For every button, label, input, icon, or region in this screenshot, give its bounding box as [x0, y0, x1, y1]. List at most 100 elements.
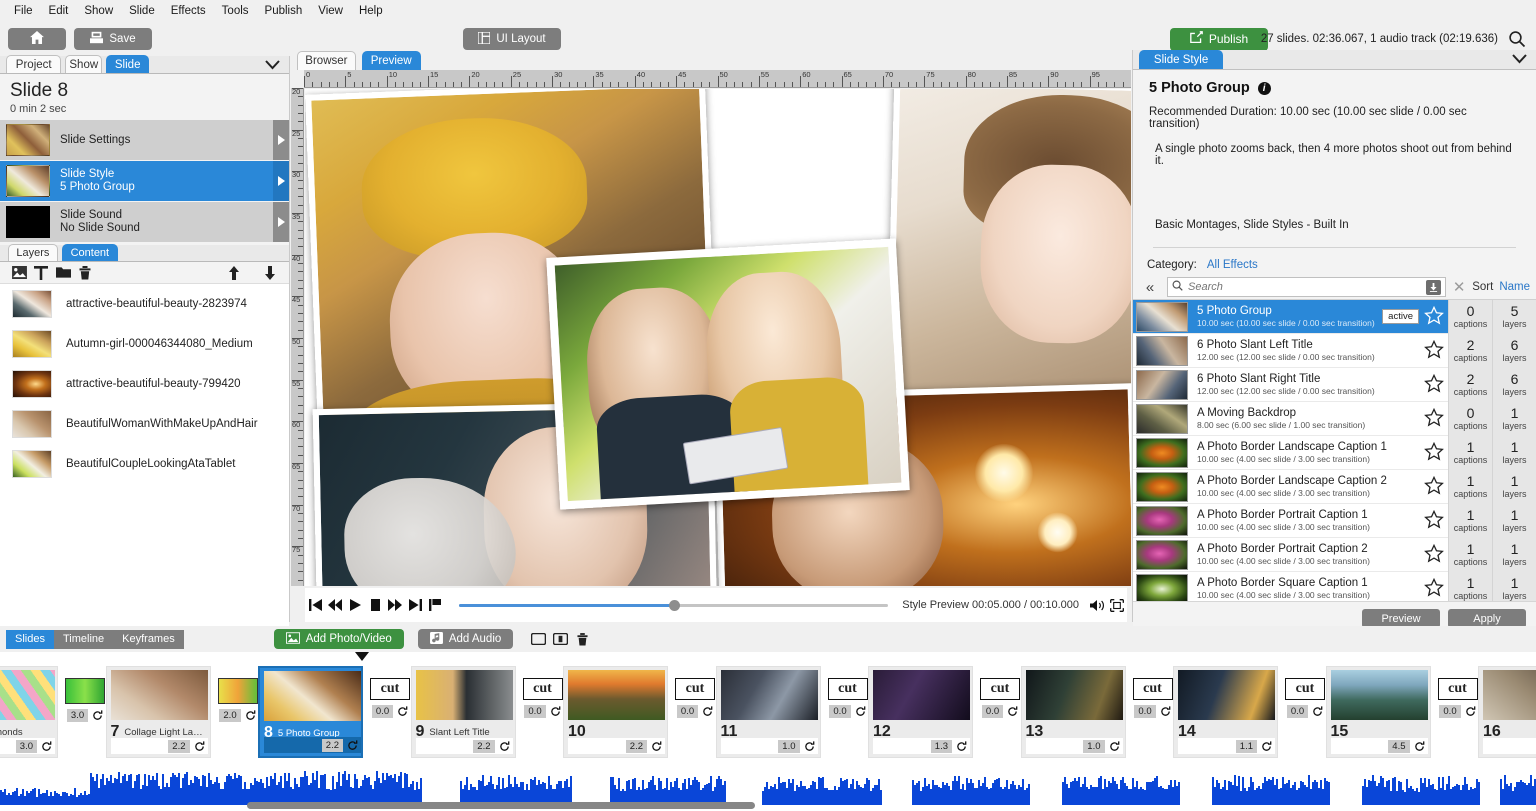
loop-icon[interactable]: [651, 741, 662, 752]
tab-project[interactable]: Project: [6, 55, 61, 73]
transition-duration-value[interactable]: 0.0: [372, 705, 393, 718]
transition-box[interactable]: cut: [980, 678, 1020, 700]
tab-show[interactable]: Show: [65, 55, 102, 73]
loop-icon[interactable]: [1160, 706, 1171, 717]
canvas-photo-5[interactable]: [546, 238, 910, 509]
add-folder-icon[interactable]: [52, 264, 74, 282]
transition-type-label[interactable]: cut: [675, 678, 715, 700]
transition-duration-value[interactable]: 0.0: [524, 705, 545, 718]
waveform-segment[interactable]: [0, 765, 422, 805]
slide-duration-value[interactable]: 1.3: [931, 740, 952, 753]
skip-start-icon[interactable]: [305, 595, 325, 615]
slide-duration-value[interactable]: 4.5: [1388, 740, 1409, 753]
menu-item-edit[interactable]: Edit: [41, 3, 77, 19]
transition-cell[interactable]: cut 0.0: [1126, 678, 1180, 746]
slide-duration-bar[interactable]: 1.3: [873, 738, 970, 754]
transition-duration-value[interactable]: 0.0: [677, 705, 698, 718]
move-up-icon[interactable]: [223, 264, 245, 282]
add-text-icon[interactable]: [30, 264, 52, 282]
transition-box[interactable]: cut: [828, 678, 868, 700]
transition-type-label[interactable]: cut: [370, 678, 410, 700]
transition-box[interactable]: cut: [370, 678, 410, 700]
slide-card[interactable]: 15 4.5: [1326, 666, 1431, 758]
slide-duration-bar[interactable]: [1483, 738, 1536, 754]
property-row-slide style[interactable]: Slide Style 5 Photo Group: [0, 161, 289, 201]
add-audio-button[interactable]: Add Audio: [418, 629, 513, 649]
favorite-star-icon[interactable]: [1424, 544, 1446, 566]
list-item[interactable]: BeautifulCoupleLookingAtaTablet: [0, 444, 289, 484]
effect-row[interactable]: A Photo Border Portrait Caption 1 10.00 …: [1133, 504, 1536, 538]
loop-icon[interactable]: [41, 741, 52, 752]
effect-row[interactable]: A Photo Border Landscape Caption 2 10.00…: [1133, 470, 1536, 504]
property-expand-arrow[interactable]: [273, 202, 289, 242]
skip-end-icon[interactable]: [405, 595, 425, 615]
view-tab-keyframes[interactable]: Keyframes: [113, 630, 184, 649]
menu-item-help[interactable]: Help: [351, 3, 391, 19]
loop-icon[interactable]: [245, 710, 256, 721]
waveform-segment[interactable]: [912, 765, 1030, 805]
slide-duration-bar[interactable]: 1.0: [721, 738, 818, 754]
loop-icon[interactable]: [347, 740, 358, 751]
loop-icon[interactable]: [194, 741, 205, 752]
transition-cell[interactable]: 3.0: [58, 678, 112, 746]
add-photo-video-button[interactable]: Add Photo/Video: [274, 629, 404, 649]
loop-icon[interactable]: [855, 706, 866, 717]
loop-icon[interactable]: [1261, 741, 1272, 752]
effect-row[interactable]: A Photo Border Square Caption 1 10.00 se…: [1133, 572, 1536, 601]
transition-type-label[interactable]: cut: [1285, 678, 1325, 700]
audio-waveform-track[interactable]: [0, 764, 1536, 811]
tab-preview[interactable]: Preview: [362, 51, 421, 70]
play-icon[interactable]: [345, 595, 365, 615]
transition-cell[interactable]: cut 0.0: [973, 678, 1027, 746]
slide-card[interactable]: 10 2.2: [563, 666, 668, 758]
collapse-right-panel-icon[interactable]: [1511, 51, 1528, 69]
search-input[interactable]: [1188, 281, 1421, 293]
favorite-star-icon[interactable]: [1424, 374, 1446, 396]
transition-cell[interactable]: cut 0.0: [668, 678, 722, 746]
loop-icon[interactable]: [397, 706, 408, 717]
transition-box[interactable]: cut: [1133, 678, 1173, 700]
loop-icon[interactable]: [499, 741, 510, 752]
slide-card[interactable]: 14 1.1: [1173, 666, 1278, 758]
menu-item-effects[interactable]: Effects: [163, 3, 214, 19]
waveform-segment[interactable]: [460, 765, 572, 805]
tab-browser[interactable]: Browser: [297, 51, 356, 70]
tab-slide-style[interactable]: Slide Style: [1139, 50, 1223, 69]
transition-duration-value[interactable]: 2.0: [219, 709, 240, 722]
search-input-wrapper[interactable]: [1167, 277, 1446, 297]
transition-cell[interactable]: cut 0.0: [1431, 678, 1485, 746]
slide-card[interactable]: 13 1.0: [1021, 666, 1126, 758]
waveform-segment[interactable]: [610, 765, 725, 805]
delete-slide-icon[interactable]: [571, 629, 593, 649]
collapse-left-panel-icon[interactable]: [264, 57, 281, 75]
slide-duration-value[interactable]: 2.2: [168, 740, 189, 753]
waveform-segment[interactable]: [1062, 765, 1180, 805]
transition-box[interactable]: cut: [1438, 678, 1478, 700]
effect-row[interactable]: A Photo Border Portrait Caption 2 10.00 …: [1133, 538, 1536, 572]
transition-type-label[interactable]: cut: [1133, 678, 1173, 700]
slide-duration-bar[interactable]: 4.5: [1331, 738, 1428, 754]
slide-strip[interactable]: 6 3 Diamonds 3.0 7 Collage Light La… 2.2: [0, 652, 1536, 764]
transition-duration-value[interactable]: 0.0: [1439, 705, 1460, 718]
transition-duration-value[interactable]: 3.0: [67, 709, 88, 722]
add-image-icon[interactable]: [8, 264, 30, 282]
stop-icon[interactable]: [365, 595, 385, 615]
effect-row[interactable]: 5 Photo Group 10.00 sec (10.00 sec slide…: [1133, 300, 1536, 334]
effect-row[interactable]: A Moving Backdrop 8.00 sec (6.00 sec sli…: [1133, 402, 1536, 436]
effects-list[interactable]: 5 Photo Group 10.00 sec (10.00 sec slide…: [1133, 299, 1536, 601]
horizontal-scrollbar[interactable]: [247, 802, 755, 809]
menu-item-publish[interactable]: Publish: [257, 3, 311, 19]
tab-layers[interactable]: Layers: [8, 244, 58, 261]
slide-card[interactable]: 12 1.3: [868, 666, 973, 758]
slide-canvas[interactable]: [305, 89, 1131, 586]
slide-duration-bar[interactable]: 2.2: [568, 738, 665, 754]
slide-duration-value[interactable]: 2.2: [626, 740, 647, 753]
fullscreen-icon[interactable]: [1107, 595, 1127, 615]
loop-icon[interactable]: [1007, 706, 1018, 717]
slide-card[interactable]: 11 1.0: [716, 666, 821, 758]
waveform-segment[interactable]: [1212, 765, 1330, 805]
slide-card[interactable]: 9 Slant Left Title 2.2: [411, 666, 516, 758]
favorite-star-icon[interactable]: [1424, 306, 1446, 328]
slide-card[interactable]: 8 5 Photo Group 2.2: [258, 666, 363, 758]
slide-duration-bar[interactable]: 2.2: [111, 738, 208, 754]
